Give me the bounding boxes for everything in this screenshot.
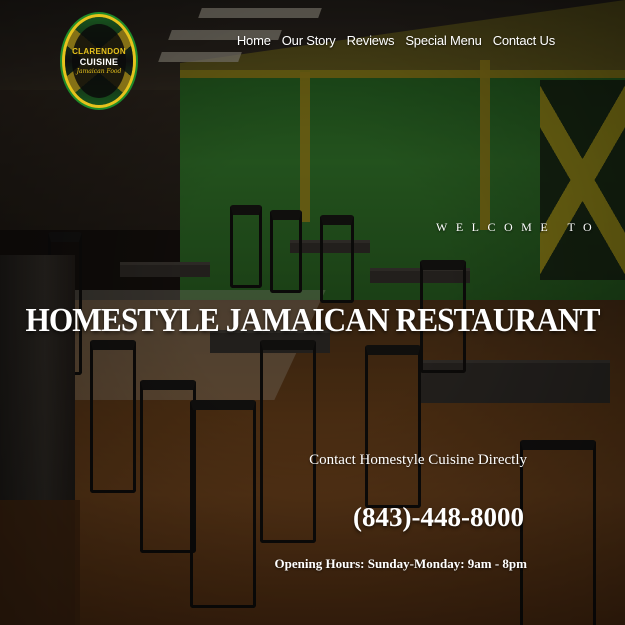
nav-link-reviews[interactable]: Reviews [347, 33, 395, 48]
opening-hours: Opening Hours: Sunday-Monday: 9am - 8pm [274, 556, 527, 571]
nav-link-home[interactable]: Home [237, 33, 271, 48]
nav-link-special-menu[interactable]: Special Menu [405, 33, 482, 48]
nav-link-our-story[interactable]: Our Story [282, 33, 336, 48]
logo-text-top: CLARENDON [72, 47, 126, 56]
logo-text-bottom: Jamaican Food [76, 68, 122, 75]
page: CLARENDON CUISINE Jamaican Food Home Our… [0, 0, 625, 625]
contact-tagline: Contact Homestyle Cuisine Directly [309, 452, 527, 468]
hero-headline: HOMESTYLE JAMAICAN RESTAURANT [25, 302, 600, 339]
welcome-text: WELCOME TO [436, 220, 601, 234]
phone-number-link[interactable]: (843)-448-8000 [353, 502, 524, 533]
logo-badge: CLARENDON CUISINE Jamaican Food [72, 24, 126, 98]
main-nav: Home Our Story Reviews Special Menu Cont… [237, 33, 555, 48]
restaurant-logo[interactable]: CLARENDON CUISINE Jamaican Food [62, 14, 136, 108]
nav-link-contact-us[interactable]: Contact Us [493, 33, 556, 48]
logo-text-middle: CUISINE [79, 57, 119, 67]
